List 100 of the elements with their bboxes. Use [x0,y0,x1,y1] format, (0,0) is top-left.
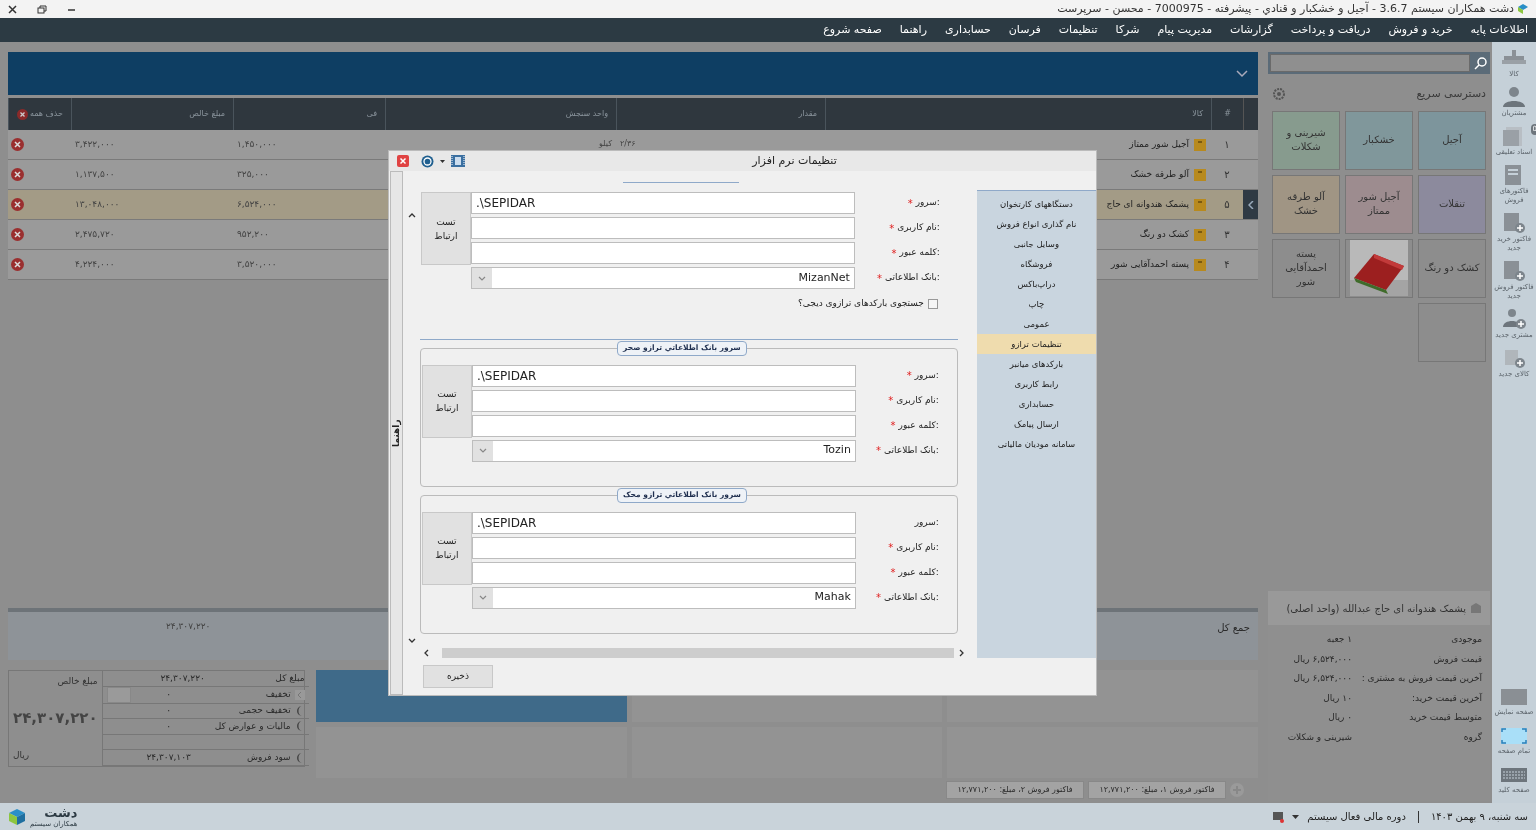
nav-item[interactable]: چاپ [976,294,1096,314]
required-mark: * [890,419,896,433]
input-field[interactable]: .\SEPIDAR [471,511,856,534]
chevron-down-icon [478,448,487,453]
nav-item[interactable]: عمومی [976,314,1096,334]
table-cell-text: ۴,۲۲۴,۰۰۰ [75,257,115,271]
invoice-tab[interactable]: فاکتور فروش ۲، مبلغ: ۱۲,۷۷۱,۲۰۰ [946,781,1084,799]
field-label: کلمه عبور: [899,246,940,260]
dropdown-field[interactable]: MizanNet [470,267,855,289]
menu-item[interactable]: فرسان [1008,21,1041,39]
dropdown-field[interactable]: Tozin [471,439,856,462]
nav-item[interactable]: دستگاههای کارتخوان [976,194,1096,214]
input-field[interactable] [470,217,855,239]
table-cell-text: ۵ [1223,198,1231,212]
field-label: سرور: [914,515,939,529]
quick-tile[interactable]: پسته احمدآقایی شور [1272,238,1340,298]
menu-item[interactable]: اطلاعات پایه [1470,21,1528,39]
nav-item[interactable]: بارکدهای میانبر [976,354,1096,374]
quick-tile[interactable]: آجیل [1418,110,1486,170]
app-logo-icon [1518,4,1528,14]
menu-item[interactable]: صفحه شروع [823,21,882,39]
test-connection-button[interactable]: تست ارتباط [420,192,471,265]
period-label: دوره مالی فعال سیستم [1307,810,1406,824]
required-mark: * [891,246,897,261]
dropdown-field[interactable]: Mahak [471,586,856,609]
quick-tile[interactable]: آلو طرقه خشک [1272,174,1340,234]
chevron-down-icon [477,275,486,281]
quick-tile[interactable]: خشکبار [1345,110,1413,170]
date-label: سه شنبه، ۹ بهمن ۱۴۰۳ [1430,810,1528,824]
info-value: ۱۰ ریال [1323,691,1352,705]
app-logo-icon [8,807,26,826]
column-header: مبلغ خالص [189,108,225,120]
required-mark: * [876,591,882,605]
panel-title: دسترسی سریع [1416,86,1486,102]
quick-tile[interactable]: آجیل شور ممتاز [1345,174,1413,234]
invoice-tab[interactable]: فاکتور فروش ۱، مبلغ: ۱۲,۷۷۱,۲۰۰ [1088,781,1226,799]
settings-icon [1272,87,1286,102]
field-label: سرور: [915,196,940,210]
search-field[interactable] [1268,52,1490,74]
table-cell-text: ۳,۴۲۲,۰۰۰ [75,137,115,151]
summary-label: مبلغ کل [274,671,305,685]
nav-item[interactable]: نام گذاری انواع فروش [976,214,1096,234]
scrollbar-thumb[interactable] [441,648,954,658]
info-label: آخرین قیمت فروش به مشتری : [1360,672,1482,685]
input-field[interactable]: .\SEPIDAR [470,192,855,214]
column-header: فی [366,108,377,120]
package-icon [1193,137,1207,152]
input-field[interactable] [471,536,856,559]
menu-item[interactable]: راهنما [899,21,927,39]
table-cell-text: ۱۳,۰۴۸,۰۰۰ [75,197,120,211]
nav-item[interactable]: وسایل جانبی [976,234,1096,254]
delete-icon [11,138,24,151]
quick-tile[interactable]: کشک دو رنگ [1418,238,1486,298]
nav-item[interactable]: ارسال پیامک [976,414,1096,434]
menu-item[interactable]: تنظیمات [1058,21,1098,39]
input-field[interactable] [471,414,856,437]
menu-item[interactable]: حسابداری [944,21,991,39]
required-mark: * [888,541,894,555]
delete-icon [11,168,24,181]
nav-item[interactable]: تنظیمات ترازو [976,334,1096,354]
input-field[interactable]: .\SEPIDAR [471,364,856,387]
nav-item[interactable]: دراپ‌باکس [976,274,1096,294]
menu-item[interactable]: مدیریت پیام [1157,21,1213,39]
table-cell: کیلو [599,137,612,150]
test-connection-button[interactable]: تست ارتباط [421,511,472,585]
input-field[interactable] [471,389,856,412]
required-mark: * [906,369,912,383]
summary-value: ۰ [165,687,173,701]
quick-tile[interactable]: تنقلات [1418,174,1486,234]
package-icon [1193,197,1207,212]
menu-item[interactable]: گزارشات [1230,21,1273,39]
table-cell-text: کشک دو رنگ [1139,227,1189,241]
input-field[interactable] [471,561,856,584]
table-cell-text: ۲ [1223,168,1231,182]
checkbox[interactable] [927,298,938,309]
search-icon [1474,56,1488,70]
column-header: # [1224,108,1231,120]
input-field[interactable] [470,242,855,264]
package-icon [1193,257,1207,272]
nav-item[interactable]: حسابداری [976,394,1096,414]
menu-item[interactable]: دریافت و پرداخت [1290,21,1371,39]
quick-tile[interactable]: شیرینی و شکلات [1272,110,1340,170]
menu-item[interactable]: شرکا [1115,21,1140,39]
nav-item[interactable]: سامانه مودیان مالیاتی [976,434,1096,454]
save-button[interactable]: ذخیره [422,665,493,688]
required-mark: * [890,566,896,580]
quick-tile[interactable] [1345,238,1413,298]
required-mark: * [888,394,894,408]
close-icon [8,4,17,14]
test-connection-button[interactable]: تست ارتباط [421,364,472,438]
nav-item[interactable]: رابط کاربری [976,374,1096,394]
scroll-right-icon [958,649,964,657]
menu-item[interactable]: خرید و فروش [1388,21,1453,39]
column-header: حذف همه [29,108,63,120]
scroll-down-icon [407,638,416,643]
nav-item[interactable]: فروشگاه [976,254,1096,274]
summary-label: مالیات و عوارض کل [213,719,291,733]
person-icon [1500,85,1528,109]
guide-tab[interactable]: راهنما [390,171,403,695]
currency-label: ریال [13,748,31,762]
